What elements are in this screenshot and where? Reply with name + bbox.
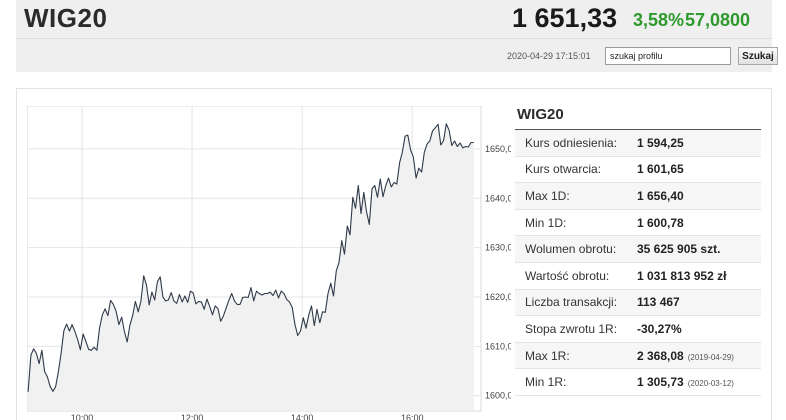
quote-timestamp: 2020-04-29 17:15:01 (507, 51, 591, 61)
stats-title: WIG20 (515, 106, 761, 130)
stats-value-text: 1 305,73 (637, 375, 684, 390)
stats-table: Kurs odniesienia: 1 594,25 Kurs otwarcia: 1… (515, 130, 761, 396)
stats-panel: WIG20 Kurs odniesienia: 1 594,25 Kurs otwa… (515, 106, 761, 396)
stats-value: 2 368,08 (2019-04-29) (637, 349, 734, 363)
quote-header: WIG20 1 651,33 3,58% 57,0800 2020-04-29 … (16, 0, 778, 72)
y-tick-label: 1620,00 (485, 292, 511, 302)
stats-value-text: 1 600,78 (637, 215, 684, 230)
stats-value-text: 35 625 905 szt. (637, 242, 721, 257)
intraday-chart[interactable]: 1600,00 1610,00 1620,00 1630,00 1640,00 1650,… (27, 106, 511, 420)
stats-value: 1 305,73 (2020-03-12) (637, 375, 734, 389)
header-divider (16, 38, 772, 39)
stats-row: Kurs otwarcia: 1 601,65 (515, 157, 761, 184)
profile-search-input[interactable] (605, 47, 731, 65)
stats-label: Max 1R: (525, 348, 570, 363)
stats-value-text: 1 031 813 952 zł (637, 268, 727, 283)
stats-row: Kurs odniesienia: 1 594,25 (515, 130, 761, 157)
stats-label: Kurs otwarcia: (525, 162, 602, 177)
stats-row: Stopa zwrotu 1R: -30,27% (515, 316, 761, 343)
y-tick-label: 1600,00 (485, 391, 511, 401)
stats-row: Max 1R: 2 368,08 (2019-04-29) (515, 342, 761, 370)
stats-value-text: -30,27% (637, 321, 682, 336)
stats-value: 1 031 813 952 zł (637, 269, 726, 283)
stats-value: 35 625 905 szt. (637, 242, 720, 256)
stats-row: Wolumen obrotu: 35 625 905 szt. (515, 236, 761, 263)
search-button[interactable]: Szukaj (738, 47, 778, 65)
stats-value-date: (2019-04-29) (687, 352, 734, 362)
change-absolute: 57,0800 (685, 10, 751, 30)
stats-value: -30,27% (637, 322, 682, 336)
y-tick-label: 1610,00 (485, 341, 511, 351)
stats-label: Liczba transakcji: (525, 295, 618, 310)
stats-label: Wartość obrotu: (525, 268, 610, 283)
stats-value: 113 467 (637, 295, 680, 309)
last-price: 1 651,33 (512, 3, 618, 33)
stats-row: Wartość obrotu: 1 031 813 952 zł (515, 263, 761, 290)
chart-svg: 1600,00 1610,00 1620,00 1630,00 1640,00 1650,… (27, 106, 511, 420)
stats-value: 1 594,25 (637, 136, 684, 150)
x-tick-label: 12:00 (181, 413, 204, 420)
x-tick-label: 16:00 (401, 413, 424, 420)
stats-label: Wolumen obrotu: (525, 242, 617, 257)
stats-value: 1 600,78 (637, 216, 684, 230)
stats-label: Stopa zwrotu 1R: (525, 321, 618, 336)
stats-value-text: 1 601,65 (637, 162, 684, 177)
stats-value: 1 601,65 (637, 162, 684, 176)
stats-label: Min 1D: (525, 215, 567, 230)
stats-value-text: 1 656,40 (637, 188, 684, 203)
stats-value-text: 2 368,08 (637, 348, 684, 363)
ticker-name: WIG20 (24, 3, 108, 33)
change-percent: 3,58% (633, 10, 685, 30)
stats-value-date: (2020-03-12) (687, 379, 734, 389)
stats-label: Max 1D: (525, 188, 570, 203)
y-tick-label: 1630,00 (485, 243, 511, 253)
stats-label: Min 1R: (525, 375, 567, 390)
stats-label: Kurs odniesienia: (525, 135, 618, 150)
stats-value: 1 656,40 (637, 189, 684, 203)
stats-value-text: 113 467 (637, 295, 680, 310)
x-tick-label: 14:00 (291, 413, 314, 420)
stats-row: Min 1R: 1 305,73 (2020-03-12) (515, 369, 761, 396)
stats-row: Liczba transakcji: 113 467 (515, 289, 761, 317)
y-tick-label: 1650,00 (485, 144, 511, 154)
x-tick-label: 10:00 (71, 413, 94, 420)
stats-row: Min 1D: 1 600,78 (515, 210, 761, 237)
y-tick-label: 1640,00 (485, 193, 511, 203)
stats-row: Max 1D: 1 656,40 (515, 183, 761, 210)
content-panel: 1600,00 1610,00 1620,00 1630,00 1640,00 1650,… (16, 88, 772, 420)
stats-value-text: 1 594,25 (637, 135, 684, 150)
